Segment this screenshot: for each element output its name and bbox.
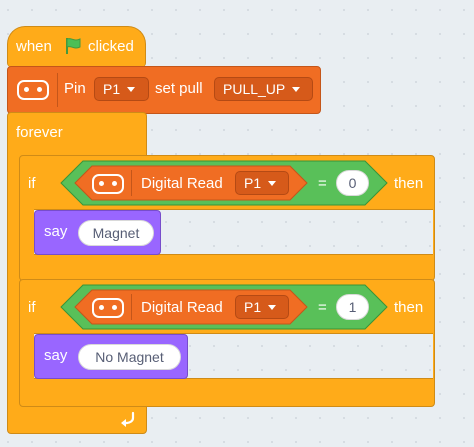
if-label: if [28,299,36,316]
pin-dropdown[interactable]: P1 [235,295,289,319]
chevron-down-icon [127,86,136,92]
set-pull-label: set pull [155,80,203,97]
say-text-value: Magnet [92,225,140,241]
pin-dropdown-value: P1 [244,175,262,191]
green-flag-icon [66,38,81,54]
pin-set-pull-block[interactable]: Pin P1 set pull PULL_UP [7,66,321,114]
then-label: then [394,299,424,316]
say-text-input[interactable]: Magnet [78,220,154,246]
say-text-value: No Magnet [95,349,164,365]
chevron-down-icon [268,180,277,186]
equals-operator: = [318,175,327,192]
pin-dropdown[interactable]: P1 [94,77,149,101]
chip-icon [92,174,124,194]
when-flag-clicked-block[interactable]: when clicked [7,26,146,67]
chip-icon [92,298,124,318]
pull-dropdown-value: PULL_UP [223,81,286,97]
say-label: say [44,223,68,240]
block-divider [131,294,132,320]
pin-label: Pin [64,80,86,97]
when-label: when [16,38,52,55]
pin-dropdown-value: P1 [244,299,262,315]
digital-read-label: Digital Read [141,175,223,192]
digital-read-label: Digital Read [141,299,223,316]
say-block[interactable]: say No Magnet [34,334,188,379]
equals-operator: = [318,299,327,316]
compare-value-input[interactable]: 1 [336,294,369,320]
compare-value-input[interactable]: 0 [336,170,369,196]
block-divider [131,170,132,196]
say-text-input[interactable]: No Magnet [78,344,181,370]
chevron-down-icon [292,86,301,92]
say-block[interactable]: say Magnet [34,210,161,255]
block-divider [57,73,58,107]
if-label: if [28,175,36,192]
say-label: say [44,347,68,364]
pin-dropdown-value: P1 [103,81,121,97]
loop-arrow-icon [121,411,135,427]
chevron-down-icon [268,304,277,310]
clicked-label: clicked [88,38,134,55]
compare-value: 1 [348,299,357,315]
chip-icon [17,80,49,100]
then-label: then [394,175,424,192]
forever-label: forever [16,124,63,141]
compare-value: 0 [348,175,357,191]
pull-dropdown[interactable]: PULL_UP [214,77,313,101]
pin-dropdown[interactable]: P1 [235,171,289,195]
